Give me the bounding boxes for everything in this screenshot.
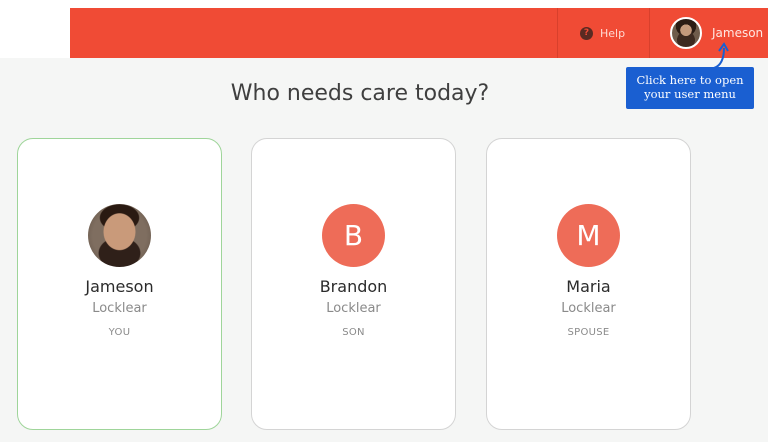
user-name: Jameson [712, 26, 764, 40]
avatar [88, 204, 151, 267]
initial-avatar: B [322, 204, 385, 267]
tooltip-line-2: your user menu [644, 87, 736, 101]
user-menu-tooltip: Click here to open your user menu [626, 67, 754, 109]
help-label: Help [600, 26, 626, 40]
question-circle-icon: ? [580, 26, 593, 40]
page-title: Who needs care today? [230, 81, 490, 106]
person-last-name: Locklear [92, 301, 147, 316]
person-first-name: Brandon [319, 277, 388, 296]
person-relation: SPOUSE [567, 327, 610, 338]
initial-avatar: M [557, 204, 620, 267]
top-bar: ? Help Jameson [70, 8, 768, 58]
person-relation: YOU [108, 327, 131, 338]
person-last-name: Locklear [326, 301, 381, 316]
person-last-name: Locklear [561, 301, 616, 316]
help-button[interactable]: ? Help [557, 8, 649, 58]
person-card-jameson[interactable]: Jameson Locklear YOU [17, 138, 222, 430]
person-relation: SON [342, 327, 365, 338]
tooltip-arrow-icon [713, 42, 729, 69]
person-first-name: Maria [566, 277, 611, 296]
tooltip-line-1: Click here to open [636, 73, 744, 87]
person-card-maria[interactable]: M Maria Locklear SPOUSE [486, 138, 691, 430]
user-avatar [670, 17, 702, 49]
person-first-name: Jameson [85, 277, 154, 296]
person-card-brandon[interactable]: B Brandon Locklear SON [251, 138, 456, 430]
